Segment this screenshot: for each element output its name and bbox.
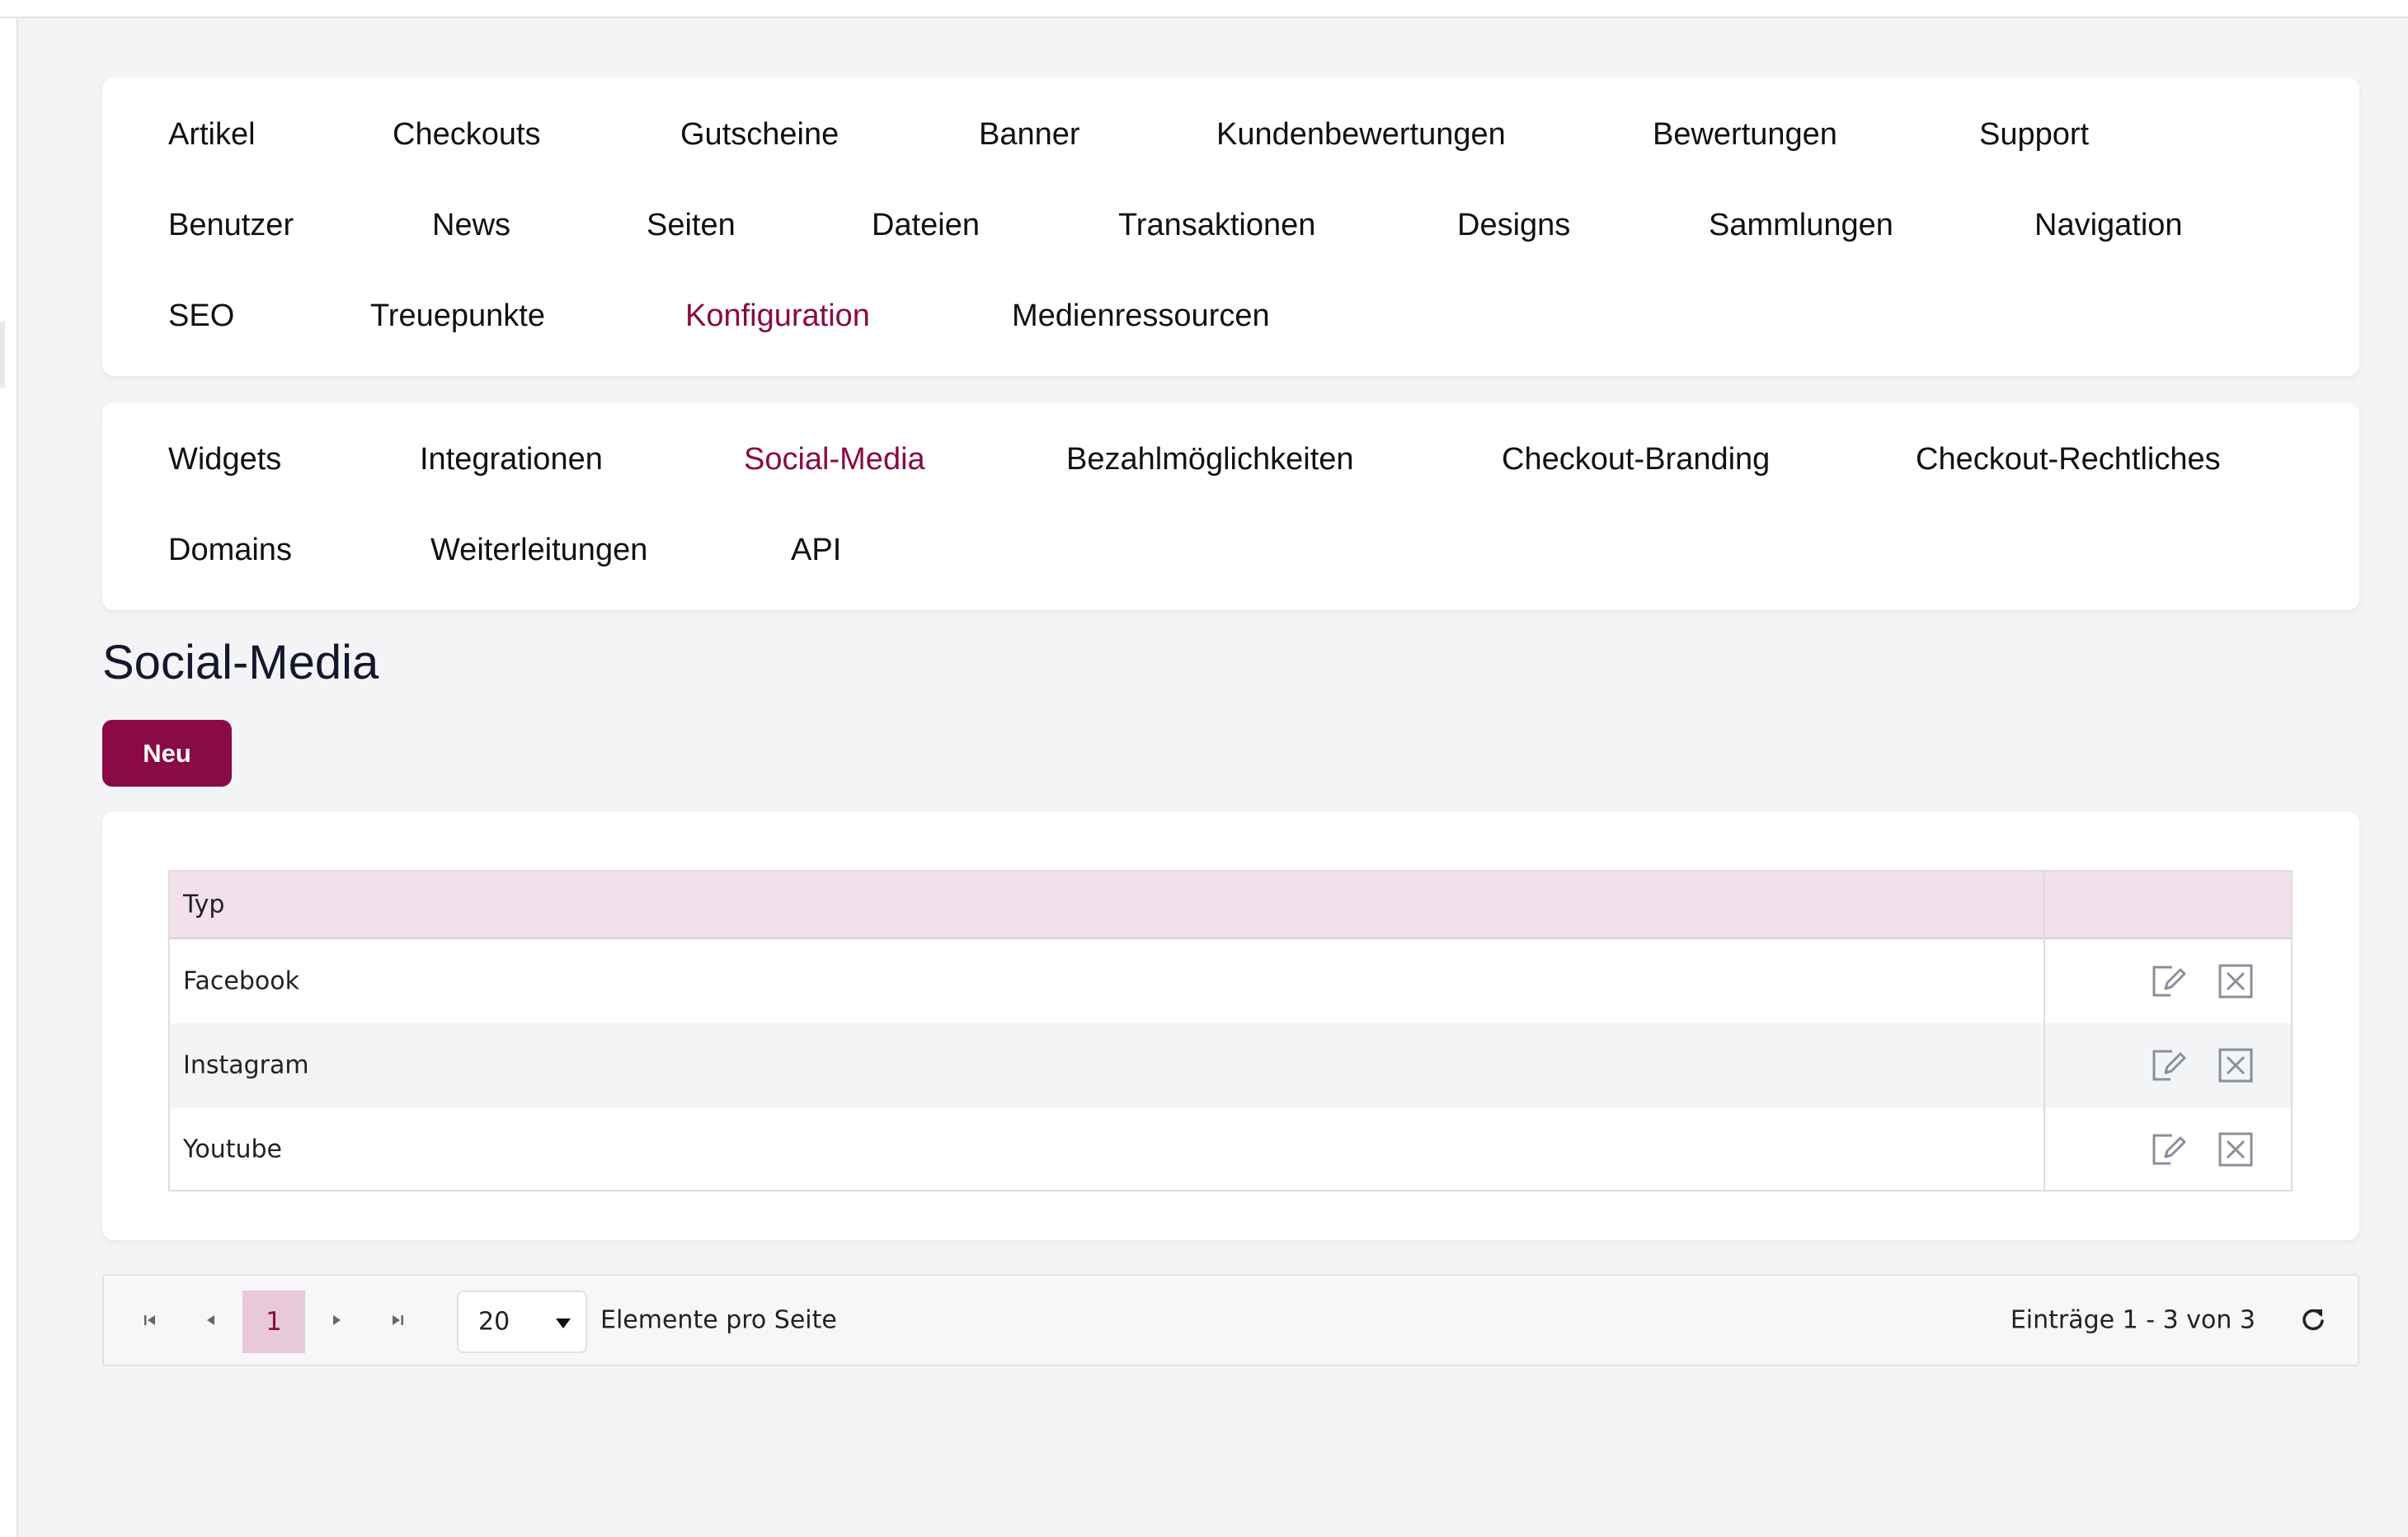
- table-row: Facebook: [170, 939, 2291, 1023]
- page-size-label: Elemente pro Seite: [600, 1305, 837, 1335]
- subnav-item-checkout-rechtliches[interactable]: Checkout-Rechtliches: [1916, 444, 2221, 475]
- nav-item-treuepunkte[interactable]: Treuepunkte: [370, 300, 545, 331]
- edit-icon[interactable]: [2147, 1045, 2189, 1086]
- sidebar-notch: [0, 322, 5, 388]
- nav-item-checkouts[interactable]: Checkouts: [393, 119, 541, 150]
- nav-item-designs[interactable]: Designs: [1457, 209, 1570, 241]
- nav-item-seo[interactable]: SEO: [168, 300, 234, 331]
- page-button-current[interactable]: 1: [242, 1290, 305, 1353]
- left-sidebar-edge: [0, 18, 18, 1537]
- social-media-grid: Typ Facebook Instagram Youtube: [168, 870, 2293, 1192]
- delete-icon[interactable]: [2215, 961, 2256, 1002]
- delete-icon[interactable]: [2215, 1045, 2256, 1086]
- next-page-icon[interactable]: [322, 1305, 351, 1335]
- grid-header: Typ: [170, 872, 2291, 939]
- edit-icon[interactable]: [2147, 1129, 2189, 1170]
- column-divider: [2044, 872, 2045, 1190]
- nav-item-konfiguration[interactable]: Konfiguration: [685, 300, 870, 331]
- nav-item-transaktionen[interactable]: Transaktionen: [1118, 209, 1315, 241]
- last-page-icon[interactable]: [383, 1305, 412, 1335]
- main-nav-card: Artikel Checkouts Gutscheine Banner Kund…: [102, 78, 2359, 376]
- pager: 1 20 Elemente pro Seite Einträge 1 - 3 v…: [102, 1274, 2359, 1366]
- nav-item-sammlungen[interactable]: Sammlungen: [1709, 209, 1893, 241]
- column-header-typ[interactable]: Typ: [183, 891, 224, 919]
- nav-item-support[interactable]: Support: [1979, 119, 2089, 150]
- subnav-item-social-media[interactable]: Social-Media: [744, 444, 925, 475]
- first-page-icon[interactable]: [135, 1305, 165, 1335]
- chevron-down-icon: [556, 1318, 571, 1328]
- subnav-item-domains[interactable]: Domains: [168, 534, 292, 566]
- nav-item-benutzer[interactable]: Benutzer: [168, 209, 294, 241]
- nav-item-artikel[interactable]: Artikel: [168, 119, 256, 150]
- nav-item-gutscheine[interactable]: Gutscheine: [680, 119, 839, 150]
- row-type-cell: Facebook: [183, 966, 299, 996]
- pager-info: Einträge 1 - 3 von 3: [2010, 1305, 2255, 1335]
- row-type-cell: Instagram: [183, 1051, 309, 1080]
- sub-nav-card: Widgets Integrationen Social-Media Bezah…: [102, 402, 2359, 610]
- new-button[interactable]: Neu: [102, 720, 232, 787]
- subnav-item-bezahlmoeglichkeiten[interactable]: Bezahlmöglichkeiten: [1066, 444, 1354, 475]
- subnav-item-checkout-branding[interactable]: Checkout-Branding: [1502, 444, 1770, 475]
- subnav-item-integrationen[interactable]: Integrationen: [420, 444, 603, 475]
- nav-item-news[interactable]: News: [432, 209, 510, 241]
- page-size-dropdown[interactable]: 20: [457, 1290, 587, 1353]
- subnav-item-widgets[interactable]: Widgets: [168, 444, 281, 475]
- nav-item-banner[interactable]: Banner: [979, 119, 1080, 150]
- refresh-icon[interactable]: [2297, 1304, 2330, 1337]
- nav-item-dateien[interactable]: Dateien: [872, 209, 980, 241]
- table-row: Instagram: [170, 1023, 2291, 1107]
- page-title: Social-Media: [102, 636, 379, 689]
- nav-item-navigation[interactable]: Navigation: [2034, 209, 2183, 241]
- nav-item-bewertungen[interactable]: Bewertungen: [1653, 119, 1837, 150]
- subnav-item-api[interactable]: API: [791, 534, 841, 566]
- nav-item-medienressourcen[interactable]: Medienressourcen: [1012, 300, 1270, 331]
- subnav-item-weiterleitungen[interactable]: Weiterleitungen: [430, 534, 647, 566]
- table-row: Youtube: [170, 1107, 2291, 1192]
- prev-page-icon[interactable]: [196, 1305, 226, 1335]
- top-border: [0, 0, 2408, 18]
- row-type-cell: Youtube: [183, 1135, 282, 1164]
- edit-icon[interactable]: [2147, 961, 2189, 1002]
- delete-icon[interactable]: [2215, 1129, 2256, 1170]
- nav-item-seiten[interactable]: Seiten: [647, 209, 736, 241]
- nav-item-kundenbewertungen[interactable]: Kundenbewertungen: [1216, 119, 1506, 150]
- page-size-value: 20: [478, 1307, 510, 1337]
